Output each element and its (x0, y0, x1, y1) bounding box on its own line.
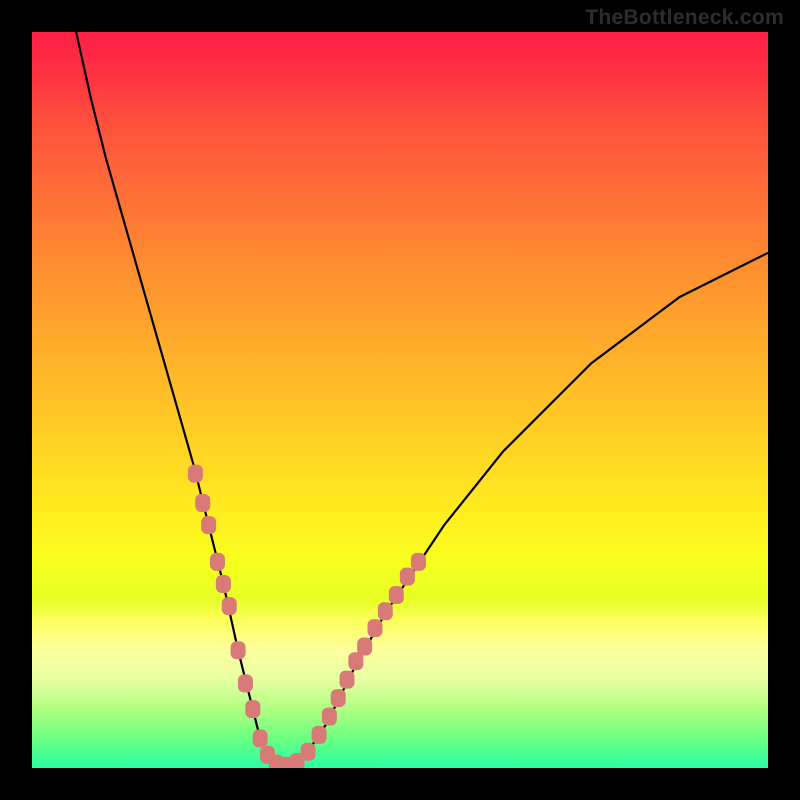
chart-stage: TheBottleneck.com (0, 0, 800, 800)
gradient-plot-background (32, 32, 768, 768)
watermark-label: TheBottleneck.com (585, 6, 784, 30)
